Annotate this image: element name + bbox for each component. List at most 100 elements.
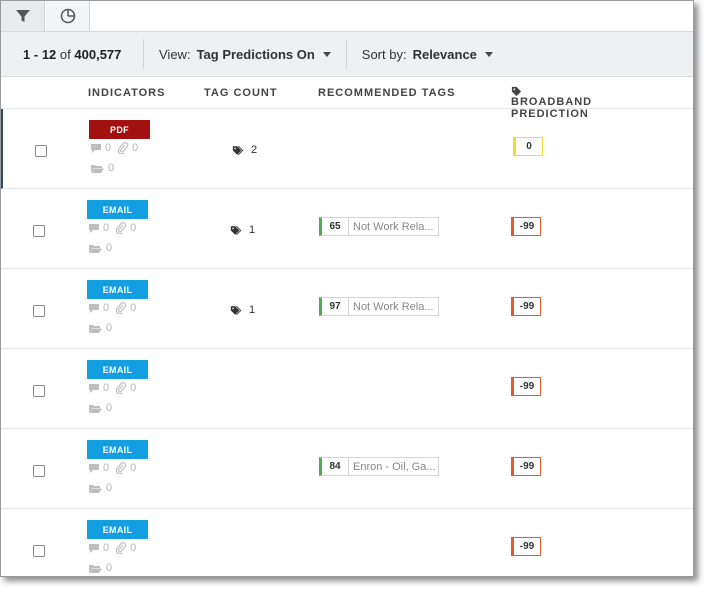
sort-value: Relevance bbox=[412, 46, 477, 62]
tag-count-cell: 1 bbox=[230, 304, 255, 316]
col-indicators[interactable]: INDICATORS bbox=[88, 87, 165, 99]
tag-count-value: 1 bbox=[249, 224, 256, 236]
table-row[interactable]: EMAIL 0 0 0 -99 bbox=[1, 509, 693, 576]
tag-count-value: 2 bbox=[251, 144, 258, 156]
tags-icon bbox=[232, 145, 244, 155]
prediction-badge: -99 bbox=[511, 377, 541, 396]
tab-analytics[interactable] bbox=[46, 1, 90, 31]
sort-dropdown[interactable]: Sort by: Relevance bbox=[347, 47, 508, 62]
indicator-counts: 0 0 bbox=[88, 462, 136, 474]
folder-open-icon bbox=[89, 244, 102, 253]
prediction-badge: -99 bbox=[511, 537, 541, 556]
result-count: 1 - 12 of 400,577 bbox=[1, 47, 143, 62]
folder-counts: 0 bbox=[90, 162, 114, 174]
comment-icon bbox=[91, 143, 101, 153]
document-rows: PDF 0 0 0 2 0 EMAIL 0 0 0 1 65 Not Work … bbox=[1, 109, 693, 576]
folder-counts: 0 bbox=[88, 322, 112, 334]
row-checkbox[interactable] bbox=[33, 225, 45, 237]
comment-icon bbox=[89, 303, 99, 313]
row-checkbox[interactable] bbox=[33, 545, 45, 557]
attachment-count: 0 bbox=[130, 542, 137, 554]
table-row[interactable]: EMAIL 0 0 0 84 Enron - Oil, Ga... -99 bbox=[1, 429, 693, 509]
document-type-badge: EMAIL bbox=[87, 520, 148, 539]
document-type-badge: EMAIL bbox=[87, 360, 148, 379]
folder-counts: 0 bbox=[88, 482, 112, 494]
attachment-count: 0 bbox=[130, 302, 137, 314]
row-checkbox[interactable] bbox=[33, 385, 45, 397]
table-row[interactable]: EMAIL 0 0 0 -99 bbox=[1, 349, 693, 429]
indicator-counts: 0 0 bbox=[88, 302, 136, 314]
table-header: INDICATORS TAG COUNT RECOMMENDED TAGS BR… bbox=[1, 77, 693, 120]
prediction-badge: -99 bbox=[511, 297, 541, 316]
tag-count-cell: 2 bbox=[232, 144, 257, 156]
recommended-tag-score: 97 bbox=[322, 298, 349, 315]
sort-label: Sort by: bbox=[361, 46, 407, 62]
paperclip-icon bbox=[115, 302, 127, 314]
row-checkbox[interactable] bbox=[35, 145, 47, 157]
col-broadband-prediction[interactable]: BROADBAND PREDICTION bbox=[511, 86, 591, 120]
folder-count: 0 bbox=[106, 402, 113, 414]
indicator-counts: 0 0 bbox=[88, 542, 136, 554]
pie-chart-icon bbox=[60, 8, 76, 24]
document-type-badge: PDF bbox=[89, 120, 150, 139]
document-type-badge: EMAIL bbox=[87, 280, 148, 299]
row-checkbox[interactable] bbox=[33, 305, 45, 317]
table-row[interactable]: EMAIL 0 0 0 1 65 Not Work Rela... -99 bbox=[1, 189, 693, 269]
comment-icon bbox=[89, 543, 99, 553]
recommended-tag-score: 65 bbox=[322, 218, 349, 235]
caret-down-icon bbox=[484, 51, 493, 57]
folder-open-icon bbox=[91, 164, 104, 173]
comment-icon bbox=[89, 383, 99, 393]
folder-counts: 0 bbox=[88, 402, 112, 414]
folder-counts: 0 bbox=[88, 242, 112, 254]
comment-count: 0 bbox=[103, 462, 110, 474]
tag-count-value: 1 bbox=[249, 304, 256, 316]
folder-open-icon bbox=[89, 404, 102, 413]
tab-bar bbox=[1, 1, 693, 31]
indicator-counts: 0 0 bbox=[90, 142, 138, 154]
total-count: 400,577 bbox=[74, 46, 122, 62]
tag-count-cell: 1 bbox=[230, 224, 255, 236]
folder-count: 0 bbox=[106, 482, 113, 494]
indicator-counts: 0 0 bbox=[88, 382, 136, 394]
comment-count: 0 bbox=[103, 302, 110, 314]
comment-count: 0 bbox=[103, 222, 110, 234]
document-type-badge: EMAIL bbox=[87, 440, 148, 459]
indicator-counts: 0 0 bbox=[88, 222, 136, 234]
table-row[interactable]: PDF 0 0 0 2 0 bbox=[1, 109, 693, 189]
prediction-badge: -99 bbox=[511, 457, 541, 476]
paperclip-icon bbox=[117, 142, 129, 154]
prediction-badge: -99 bbox=[511, 217, 541, 236]
table-row[interactable]: EMAIL 0 0 0 1 97 Not Work Rela... -99 bbox=[1, 269, 693, 349]
recommended-tag-label: Not Work Rela... bbox=[353, 220, 434, 233]
document-list-window: 1 - 12 of 400,577 View: Tag Predictions … bbox=[0, 0, 694, 577]
document-type-badge: EMAIL bbox=[87, 200, 148, 219]
caret-down-icon bbox=[322, 51, 331, 57]
folder-count: 0 bbox=[106, 242, 113, 254]
tags-icon bbox=[230, 305, 242, 315]
comment-count: 0 bbox=[105, 142, 112, 154]
recommended-tag-chip[interactable]: 84 Enron - Oil, Ga... bbox=[319, 457, 439, 476]
comment-icon bbox=[89, 223, 99, 233]
recommended-tag-label: Not Work Rela... bbox=[353, 300, 434, 313]
tab-filter[interactable] bbox=[1, 1, 45, 31]
col-recommended-tags[interactable]: RECOMMENDED TAGS bbox=[318, 87, 455, 99]
col-tag-count[interactable]: TAG COUNT bbox=[204, 87, 278, 99]
prediction-badge: 0 bbox=[513, 137, 543, 156]
comment-count: 0 bbox=[103, 542, 110, 554]
range-end: 12 bbox=[41, 46, 57, 62]
filter-icon bbox=[15, 8, 31, 24]
recommended-tag-chip[interactable]: 97 Not Work Rela... bbox=[319, 297, 439, 316]
range-dash: - bbox=[33, 46, 39, 62]
results-toolbar: 1 - 12 of 400,577 View: Tag Predictions … bbox=[1, 31, 693, 77]
paperclip-icon bbox=[115, 382, 127, 394]
paperclip-icon bbox=[115, 542, 127, 554]
paperclip-icon bbox=[115, 462, 127, 474]
attachment-count: 0 bbox=[130, 222, 137, 234]
row-checkbox[interactable] bbox=[33, 465, 45, 477]
view-label: View: bbox=[159, 46, 191, 62]
recommended-tag-chip[interactable]: 65 Not Work Rela... bbox=[319, 217, 439, 236]
view-dropdown[interactable]: View: Tag Predictions On bbox=[144, 47, 346, 62]
comment-count: 0 bbox=[103, 382, 110, 394]
paperclip-icon bbox=[115, 222, 127, 234]
